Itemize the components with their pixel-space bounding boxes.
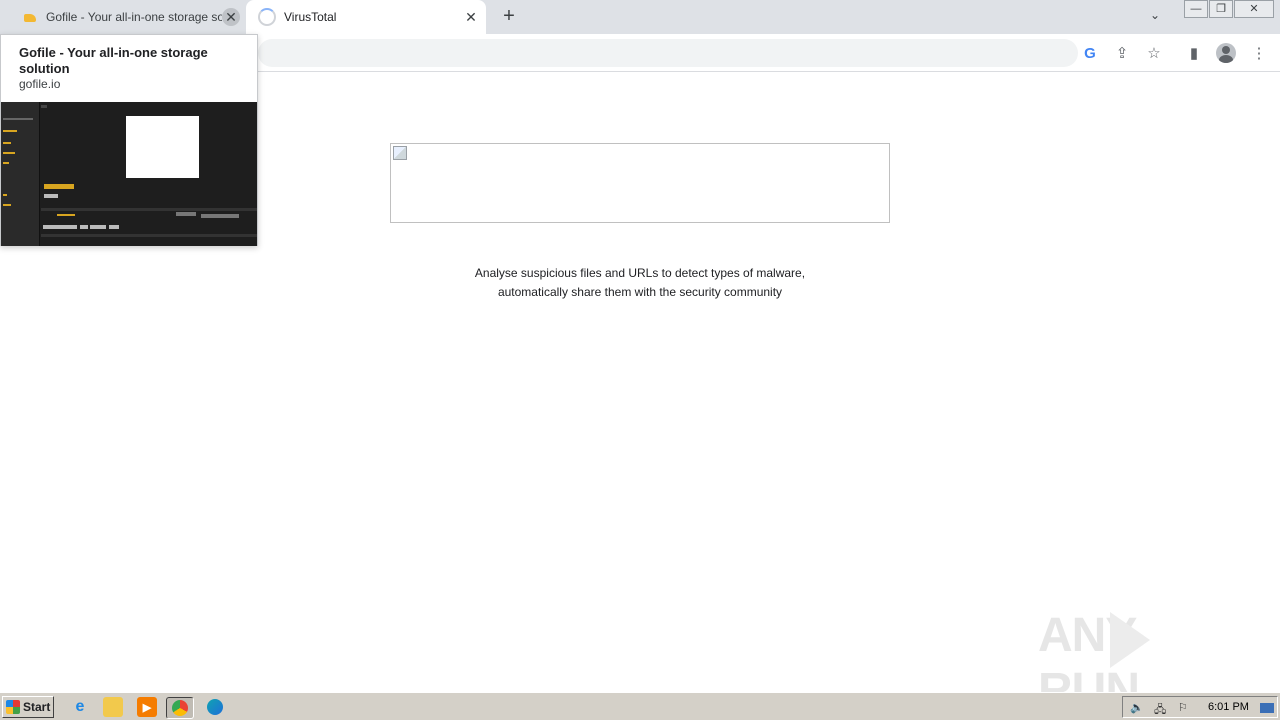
tab-search-button[interactable]: ⌄ <box>1150 8 1160 22</box>
thumbnail-button <box>109 225 119 229</box>
thumbnail-line <box>3 130 17 132</box>
thumbnail-button <box>43 225 77 229</box>
media-player-icon[interactable]: ▶ <box>137 697 157 717</box>
tagline-line-1: Analyse suspicious files and URLs to det… <box>474 266 806 280</box>
chrome-logo <box>172 700 188 716</box>
thumbnail-modal <box>126 116 199 178</box>
tab-strip: Gofile - Your all-in-one storage soluti … <box>0 0 1280 34</box>
loading-spinner-icon <box>258 8 276 26</box>
system-tray <box>1122 696 1278 718</box>
thumbnail-bar <box>41 208 257 211</box>
show-desktop-icon[interactable] <box>1260 703 1274 713</box>
tab-title: Gofile - Your all-in-one storage soluti <box>46 10 222 24</box>
side-panel-icon[interactable]: ▮ <box>1183 42 1205 64</box>
thumbnail-button <box>176 212 196 216</box>
new-tab-button[interactable]: + <box>498 6 520 28</box>
thumbnail-line <box>3 152 15 154</box>
tab-preview-thumbnail <box>1 102 257 246</box>
broken-image-icon <box>393 146 407 160</box>
thumbnail-folder <box>44 184 74 189</box>
hovercard-title: Gofile - Your all-in-one storage solutio… <box>19 45 208 76</box>
thumbnail-bar <box>41 105 47 108</box>
thumbnail-button <box>80 225 88 229</box>
play-icon <box>1110 612 1150 668</box>
taskbar: Start e ▶ 🔈 🖧 ⚐ 6:01 PM <box>0 692 1280 720</box>
avatar-icon <box>1216 43 1236 63</box>
gofile-folder-icon <box>22 9 38 25</box>
virustotal-logo-image <box>390 143 890 223</box>
minimize-button[interactable]: — <box>1184 0 1208 18</box>
close-icon[interactable]: ✕ <box>222 8 240 26</box>
chrome-icon[interactable] <box>166 697 194 719</box>
tab-virustotal[interactable]: VirusTotal ✕ <box>246 0 486 34</box>
network-icon[interactable]: 🖧 <box>1154 701 1166 720</box>
internet-explorer-icon[interactable]: e <box>70 697 90 717</box>
edge-icon[interactable] <box>205 697 225 717</box>
hovercard-url: gofile.io <box>19 77 61 91</box>
close-window-button[interactable]: ✕ <box>1234 0 1274 18</box>
tagline-line-2: automatically share them with the securi… <box>497 285 783 299</box>
volume-icon[interactable]: 🔈 <box>1130 701 1144 714</box>
thumbnail-line <box>3 204 11 206</box>
edge-logo <box>207 699 223 715</box>
menu-kebab-icon[interactable]: ⋮ <box>1248 42 1270 64</box>
profile-button[interactable] <box>1215 42 1237 64</box>
share-icon[interactable]: ⇪ <box>1111 42 1133 64</box>
file-explorer-icon[interactable] <box>103 697 123 717</box>
tab-hover-card: Gofile - Your all-in-one storage solutio… <box>0 34 258 246</box>
thumbnail-button <box>90 225 106 229</box>
google-lens-icon[interactable]: G <box>1079 42 1101 64</box>
start-label: Start <box>23 700 51 714</box>
thumbnail-line <box>3 142 11 144</box>
thumbnail-line <box>3 162 9 164</box>
bookmark-star-icon[interactable]: ☆ <box>1143 42 1165 64</box>
thumbnail-button <box>44 194 58 198</box>
tab-gofile[interactable]: Gofile - Your all-in-one storage soluti … <box>8 0 246 34</box>
start-button[interactable]: Start <box>2 696 54 718</box>
restore-button[interactable]: ❐ <box>1209 0 1233 18</box>
tab-title: VirusTotal <box>284 10 337 24</box>
address-bar[interactable] <box>258 39 1078 67</box>
thumbnail-bar <box>41 234 257 237</box>
thumbnail-line <box>3 118 33 120</box>
thumbnail-button <box>201 214 239 218</box>
page-tagline: Analyse suspicious files and URLs to det… <box>390 264 890 302</box>
close-icon[interactable]: ✕ <box>462 8 480 26</box>
action-center-flag-icon[interactable]: ⚐ <box>1178 701 1188 714</box>
taskbar-clock[interactable]: 6:01 PM <box>1208 701 1249 713</box>
thumbnail-sidebar <box>1 102 40 246</box>
thumbnail-line <box>3 194 7 196</box>
thumbnail-line <box>57 214 75 216</box>
windows-flag-icon <box>6 700 20 714</box>
